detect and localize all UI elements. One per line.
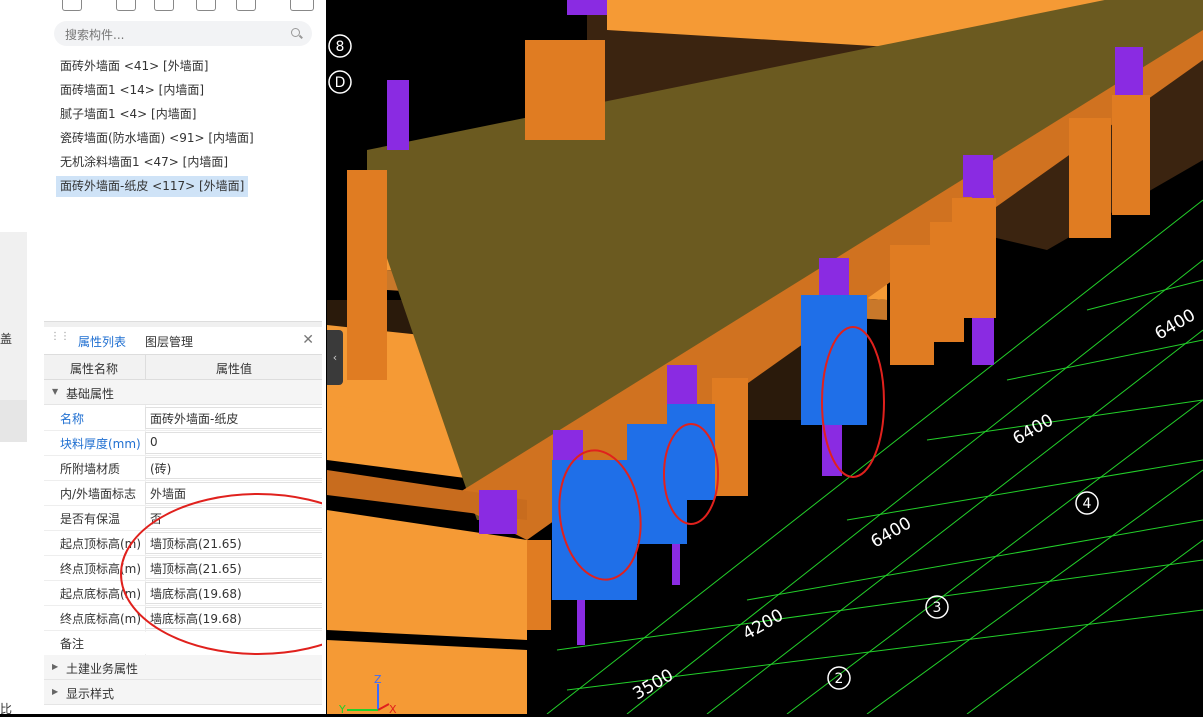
svg-text:Y: Y (338, 703, 346, 714)
panel-scrollbar[interactable] (322, 0, 326, 714)
grid-axis-label: 8 (336, 39, 345, 55)
grid-axis-number: 2 (835, 671, 844, 687)
svg-text:Z: Z (374, 673, 382, 686)
3d-model-view[interactable]: 6400 6400 6400 4200 3500 4 3 2 8 D Z Y X (327, 0, 1203, 714)
grid-axis-label: D (335, 75, 346, 91)
grid-axis-number: 4 (1083, 496, 1092, 512)
collapse-panel-button[interactable]: ‹ (327, 330, 343, 385)
left-strip-active-item[interactable] (0, 400, 27, 442)
left-strip-label-bottom: 比 (0, 702, 13, 716)
svg-text:X: X (389, 703, 397, 714)
left-strip-label: 盖 (0, 332, 13, 346)
grid-axis-number: 3 (933, 600, 942, 616)
left-sidebar-strip: 盖 比 (0, 0, 45, 716)
component-panel: 搜索构件... 面砖外墙面 <41> [外墙面] 面砖墙面1 <14> [内墙面… (44, 0, 326, 714)
3d-viewport[interactable]: 6400 6400 6400 4200 3500 4 3 2 8 D Z Y X (327, 0, 1203, 714)
annotation-ellipse-panel (120, 493, 326, 655)
